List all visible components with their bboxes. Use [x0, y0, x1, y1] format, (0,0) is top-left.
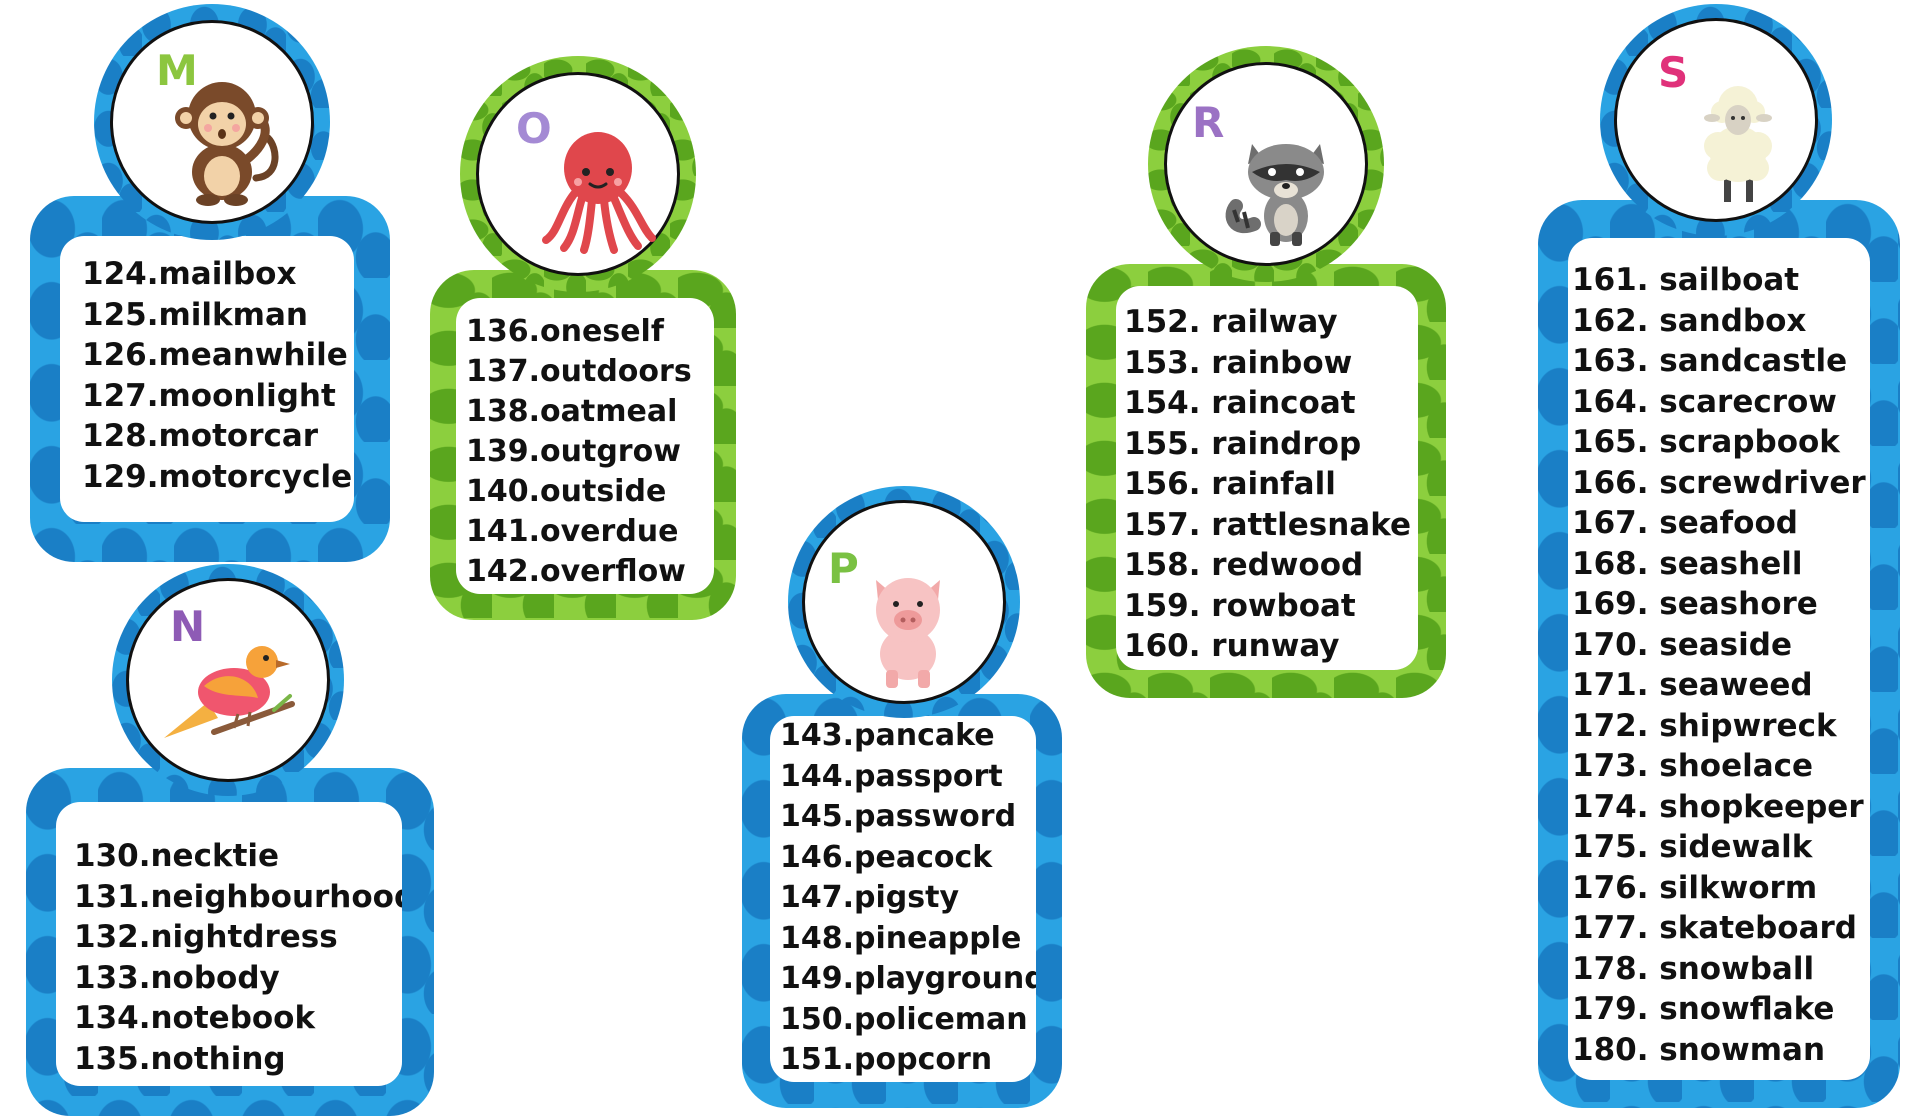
list-item: 125.milkman	[82, 296, 308, 333]
card-o-word-list: 136.oneself 137.outdoors 138.oatmeal 139…	[466, 312, 714, 592]
card-n-word-panel: 130.necktie 131.neighbourhood 132.nightd…	[56, 802, 402, 1086]
list-item: 175. sidewalk	[1572, 829, 1813, 865]
list-item: 158. redwood	[1124, 547, 1364, 583]
list-item: 161. sailboat	[1572, 262, 1800, 298]
card-p: 143.pancake 144.passport 145.password 14…	[742, 486, 1062, 1116]
pig-icon	[876, 578, 940, 688]
list-item: 159. rowboat	[1124, 587, 1356, 624]
list-item: 149.playground	[780, 961, 1036, 996]
list-item: 170. seaside	[1572, 626, 1792, 663]
list-item: 164. scarecrow	[1572, 383, 1837, 420]
list-item: 129.motorcycle	[82, 458, 353, 495]
card-r: 152. railway 153. rainbow 154. raincoat …	[1086, 36, 1446, 698]
list-item: 146.peacock	[780, 839, 993, 875]
list-item: 155. raindrop	[1124, 425, 1362, 462]
list-item: 139.outgrow	[466, 434, 681, 469]
list-item: 163. sandcastle	[1572, 343, 1848, 379]
list-item: 136.oneself	[466, 314, 664, 349]
card-s-word-list: 161. sailboat 162. sandbox 163. sandcast…	[1572, 260, 1870, 1070]
list-item: 166. screwdriver	[1572, 464, 1866, 501]
list-item: 148.pineapple	[780, 920, 1022, 956]
list-item: 167. seafood	[1572, 505, 1798, 541]
list-item: 173. shoelace	[1572, 748, 1814, 784]
list-item: 147.pigsty	[780, 880, 960, 915]
card-s-letter: S	[1658, 48, 1689, 97]
list-item: 172. shipwreck	[1572, 707, 1837, 744]
list-item: 130.necktie	[74, 838, 280, 874]
list-item: 177. skateboard	[1572, 910, 1857, 946]
list-item: 134.notebook	[74, 1000, 316, 1036]
card-n-word-list: 130.necktie 131.neighbourhood 132.nightd…	[74, 836, 402, 1079]
octopus-icon	[542, 132, 656, 254]
list-item: 153. rainbow	[1124, 344, 1353, 381]
list-item: 151.popcorn	[780, 1042, 993, 1077]
list-item: 179. snowflake	[1572, 991, 1835, 1027]
raccoon-icon	[1225, 144, 1324, 246]
card-p-letter: P	[828, 544, 859, 593]
card-p-word-list: 143.pancake 144.passport 145.password 14…	[780, 716, 1036, 1081]
list-item: 131.neighbourhood	[74, 878, 402, 915]
list-item: 162. sandbox	[1572, 302, 1807, 339]
list-item: 160. runway	[1124, 628, 1340, 664]
card-m-word-panel: 124.mailbox 125.milkman 126.meanwhile 12…	[60, 236, 354, 522]
card-o-word-panel: 136.oneself 137.outdoors 138.oatmeal 139…	[456, 298, 714, 594]
card-r-word-panel: 152. railway 153. rainbow 154. raincoat …	[1116, 286, 1418, 670]
list-item: 132.nightdress	[74, 919, 338, 955]
list-item: 154. raincoat	[1124, 385, 1356, 421]
list-item: 143.pancake	[780, 718, 995, 753]
sheep-icon	[1704, 86, 1772, 202]
bird-icon	[164, 646, 295, 738]
list-item: 169. seashore	[1572, 586, 1818, 622]
card-r-word-list: 152. railway 153. rainbow 154. raincoat …	[1124, 302, 1418, 667]
list-item: 137.outdoors	[466, 354, 692, 389]
list-item: 124.mailbox	[82, 256, 297, 292]
list-item: 156. rainfall	[1124, 466, 1336, 502]
list-item: 157. rattlesnake	[1124, 506, 1412, 543]
list-item: 152. railway	[1124, 304, 1338, 340]
list-item: 180. snowman	[1572, 1031, 1826, 1068]
list-item: 126.meanwhile	[82, 337, 348, 373]
list-item: 174. shopkeeper	[1572, 788, 1864, 825]
card-m: 124.mailbox 125.milkman 126.meanwhile 12…	[30, 0, 390, 562]
list-item: 138.oatmeal	[466, 394, 678, 429]
card-s-word-panel: 161. sailboat 162. sandbox 163. sandcast…	[1568, 238, 1870, 1080]
list-item: 128.motorcar	[82, 418, 319, 454]
list-item: 171. seaweed	[1572, 667, 1813, 703]
list-item: 142.overflow	[466, 554, 686, 589]
card-p-word-panel: 143.pancake 144.passport 145.password 14…	[770, 716, 1036, 1082]
card-o: 136.oneself 137.outdoors 138.oatmeal 139…	[430, 52, 736, 620]
list-item: 145.password	[780, 799, 1017, 834]
card-s: 161. sailboat 162. sandbox 163. sandcast…	[1538, 4, 1900, 1116]
list-item: 176. silkworm	[1572, 869, 1818, 906]
card-r-letter: R	[1192, 98, 1225, 147]
monkey-icon	[175, 82, 279, 206]
list-item: 140.outside	[466, 474, 667, 509]
list-item: 178. snowball	[1572, 950, 1815, 987]
list-item: 141.overdue	[466, 514, 679, 549]
list-item: 168. seashell	[1572, 545, 1803, 582]
list-item: 133.nobody	[74, 959, 280, 996]
list-item: 144.passport	[780, 758, 1003, 794]
list-item: 135.nothing	[74, 1040, 286, 1077]
card-m-word-list: 124.mailbox 125.milkman 126.meanwhile 12…	[82, 254, 354, 497]
list-item: 127.moonlight	[82, 377, 336, 414]
list-item: 165. scrapbook	[1572, 424, 1840, 460]
card-n: 130.necktie 131.neighbourhood 132.nightd…	[26, 564, 434, 1116]
list-item: 150.policeman	[780, 1001, 1028, 1037]
